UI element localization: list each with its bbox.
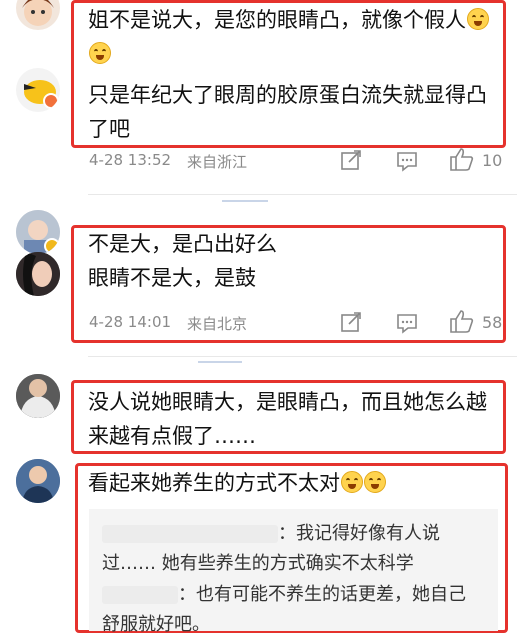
comment-text: 没人说她眼睛大，是眼睛凸，而且她怎么越 来越有点假了…… [88, 385, 503, 453]
divider [88, 194, 517, 195]
comment-line: 只是年纪大了眼周的胶原蛋白流失就显得凸 [88, 83, 487, 107]
avatar[interactable] [16, 68, 60, 112]
like-icon[interactable] [449, 308, 475, 334]
comment-line: 没人说她眼睛大，是眼睛凸，而且她怎么越 [88, 390, 487, 414]
avatar-image [16, 374, 60, 418]
like-count: 10 [482, 151, 503, 170]
comment-location: 来自浙江 [187, 153, 248, 171]
comment-date: 4-28 13:52 [89, 151, 172, 169]
avatar-image [22, 0, 54, 26]
comment-icon[interactable] [396, 312, 418, 334]
like-count: 58 [482, 313, 503, 332]
share-icon[interactable] [340, 311, 362, 333]
reply-username[interactable] [102, 525, 278, 543]
avatar[interactable] [16, 459, 60, 503]
comment-text: 不是大，是凸出好么 眼睛不是大，是鼓 [88, 227, 503, 295]
reply-username[interactable] [102, 586, 178, 604]
laugh-cry-emoji-icon [341, 471, 363, 493]
avatar-image [16, 252, 60, 296]
reply-text: ：也有可能不养生的话更差，她自己 [178, 584, 466, 605]
comment-text: 只是年纪大了眼周的胶原蛋白流失就显得凸 了吧 [88, 78, 503, 146]
reply-item[interactable]: ：也有可能不养生的话更差，她自己 舒服就好吧。 [102, 580, 492, 640]
avatar[interactable] [16, 210, 60, 254]
divider [88, 356, 517, 357]
avatar-image [16, 459, 60, 503]
like-icon[interactable] [449, 146, 475, 172]
avatar-image [24, 80, 59, 109]
comment-line: 不是大，是凸出好么 [88, 232, 277, 256]
avatar[interactable] [16, 0, 60, 30]
comment-icon[interactable] [396, 150, 418, 172]
reply-text: 舒服就好吧。 [102, 614, 210, 635]
comment-line: 姐不是说大，是您的眼睛凸，就像个假人 [88, 8, 466, 32]
laugh-cry-emoji-icon [364, 471, 386, 493]
divider-accent [198, 361, 242, 363]
comment-line: 来越有点假了…… [88, 424, 256, 448]
avatar[interactable] [16, 252, 60, 296]
comment-line: 了吧 [88, 117, 130, 141]
avatar[interactable] [16, 374, 60, 418]
comment-date: 4-28 14:01 [89, 313, 172, 331]
comment-text: 看起来她养生的方式不太对 [88, 466, 503, 500]
cry-emoji-icon [467, 8, 489, 30]
avatar-image [16, 210, 60, 254]
comment-location: 来自北京 [187, 315, 248, 333]
comment-text: 姐不是说大，是您的眼睛凸，就像个假人 [88, 3, 503, 71]
divider-accent [222, 200, 268, 202]
reply-text: 过…… 她有些养生的方式确实不太科学 [102, 553, 414, 574]
cry-emoji-icon [89, 42, 111, 64]
comment-line: 眼睛不是大，是鼓 [88, 266, 256, 290]
share-icon[interactable] [340, 149, 362, 171]
reply-item[interactable]: ：我记得好像有人说 过…… 她有些养生的方式确实不太科学 [102, 519, 492, 579]
reply-text: ：我记得好像有人说 [278, 523, 440, 544]
comment-line: 看起来她养生的方式不太对 [88, 471, 340, 495]
